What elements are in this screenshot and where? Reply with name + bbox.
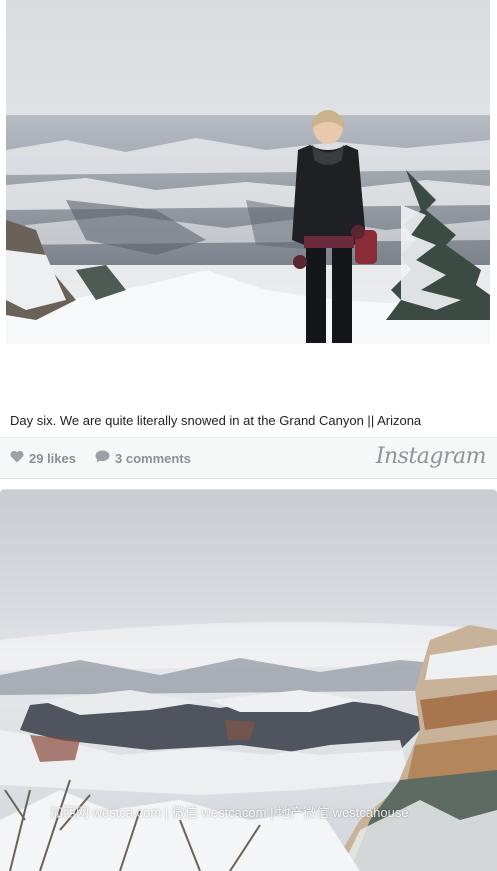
instagram-post-2: 加西网 westca.com | 微信 westcacom | 地产微信 wes…: [0, 489, 497, 871]
snowy-canyon-portrait-image: [6, 0, 490, 344]
instagram-post-1: Day six. We are quite literally snowed i…: [0, 0, 497, 480]
speech-bubble-icon: [95, 450, 110, 466]
comments-count[interactable]: 3 comments: [95, 450, 191, 466]
comments-label: 3 comments: [115, 450, 191, 466]
heart-icon: [10, 450, 24, 466]
likes-label: 29 likes: [29, 450, 76, 466]
post-caption: Day six. We are quite literally snowed i…: [10, 413, 422, 428]
instagram-logo[interactable]: Instagram: [376, 444, 487, 469]
likes-count[interactable]: 29 likes: [10, 450, 76, 466]
post-footer-bar: 29 likes 3 comments Instagram: [0, 437, 497, 479]
post-photo-grand-canyon-person[interactable]: [6, 0, 490, 344]
watermark-text: 加西网 westca.com | 微信 westcacom | 地产微信 wes…: [50, 805, 409, 820]
